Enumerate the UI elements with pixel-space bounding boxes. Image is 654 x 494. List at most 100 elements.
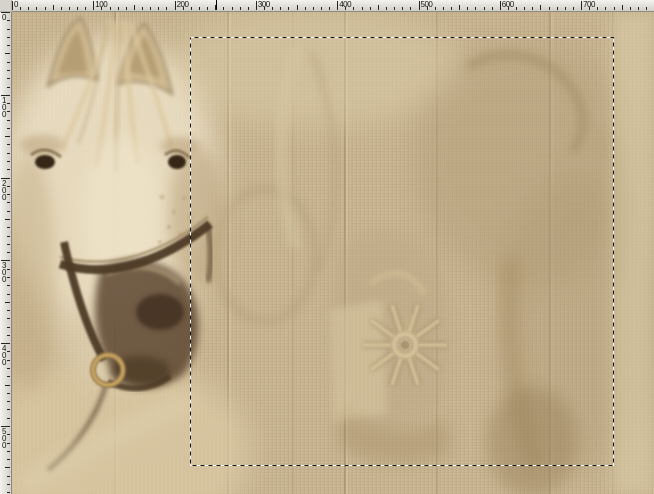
ruler-tick [93,1,95,10]
ruler-tick [516,7,518,10]
ruler-vertical[interactable]: 0 1 0 0 2 0 0 3 0 0 4 0 0 5 0 0 [0,12,12,494]
ruler-tick [166,7,168,10]
ruler-tick [312,7,314,10]
ruler-tick [7,69,10,71]
ruler-tick [20,7,22,10]
ruler-tick [7,202,10,204]
ruler-label: 4 0 0 [2,344,7,368]
ruler-tick [7,417,10,419]
ruler-tick [7,392,10,394]
ruler-label: 0 [14,0,18,9]
ruler-tick [7,475,10,477]
ruler-tick [499,1,501,10]
ruler-tick [7,276,10,278]
ruler-tick [7,78,10,80]
ruler-tick [7,359,10,361]
ruler-tick [190,7,192,10]
ruler-tick [7,310,10,312]
ruler-tick [7,434,10,436]
ruler-tick [7,326,10,328]
ruler-tick [304,7,306,10]
ruler-tick [7,351,10,353]
ruler-tick [198,7,200,10]
ruler-tick [125,7,127,10]
ruler-tick [369,7,371,10]
ruler-tick [7,268,10,270]
ruler-tick [320,7,322,10]
ruler-tick [5,219,10,220]
ruler-tick [133,5,135,10]
ruler-tick [442,7,444,10]
ruler-label: 1 0 0 [2,95,7,119]
ruler-tick [5,53,10,55]
ruler-horizontal[interactable]: 0 100 200 300 400 500 600 700 [0,0,654,12]
ruler-tick [361,7,363,10]
ruler-tick [5,301,10,303]
selection-marquee[interactable] [190,37,614,466]
ruler-tick [182,7,184,10]
ruler-tick [12,1,13,10]
ruler-tick [117,7,119,10]
ruler-tick [255,1,257,10]
ruler-tick [621,5,623,10]
ruler-tick [7,119,10,121]
ruler-tick [272,7,274,10]
ruler-tick [7,293,10,295]
ruler-corner-box [0,0,12,12]
ruler-tick [418,1,420,10]
ruler-tick [491,7,493,10]
image-editor-window: 0 100 200 300 400 500 600 700 0 1 0 0 2 0 0 3 0 0 4… [0,0,654,494]
ruler-tick [548,7,550,10]
ruler-tick [101,7,103,10]
ruler-tick [7,111,10,113]
ruler-tick [638,7,639,10]
ruler-tick [7,210,10,212]
ruler-tick [394,7,396,10]
ruler-tick [7,285,10,287]
ruler-tick [7,36,10,38]
ruler-tick [7,492,10,494]
ruler-tick [459,5,461,10]
ruler-tick [7,334,10,336]
ruler-tick [68,7,70,10]
ruler-tick [337,1,339,10]
ruler-tick [7,194,10,196]
ruler-tick [7,103,10,105]
ruler-tick [7,318,10,320]
ruler-label: 0 [2,13,7,22]
ruler-tick [231,7,233,10]
ruler-label: 3 0 0 [2,261,7,285]
ruler-tick [475,7,477,10]
ruler-tick [5,467,10,469]
ruler-tick [52,5,54,10]
ruler-tick [629,7,631,10]
ruler-tick [36,7,38,10]
ruler-tick [109,7,111,10]
ruler-tick [296,5,298,10]
ruler-tick [239,7,241,10]
ruler-tick [5,136,10,138]
ruler-tick [77,7,79,10]
ruler-tick [7,442,10,444]
ruler-tick [345,7,347,10]
ruler-tick [646,7,648,10]
ruler-tick [7,368,10,370]
ruler-tick [7,459,10,461]
ruler-tick [7,185,10,187]
ruler-tick [564,7,566,10]
ruler-tick [7,376,10,378]
ruler-tick [597,7,599,10]
ruler-tick [5,384,10,386]
ruler-tick [532,7,534,10]
ruler-tick [7,45,10,47]
ruler-tick [207,7,209,10]
ruler-tick [7,28,10,30]
ruler-tick [7,252,10,254]
ruler-tick [589,7,591,10]
ruler-tick [158,7,160,10]
ruler-tick [613,7,615,10]
ruler-tick [7,152,10,154]
ruler-tick [288,7,290,10]
ruler-tick [7,235,10,237]
ruler-tick [434,7,436,10]
